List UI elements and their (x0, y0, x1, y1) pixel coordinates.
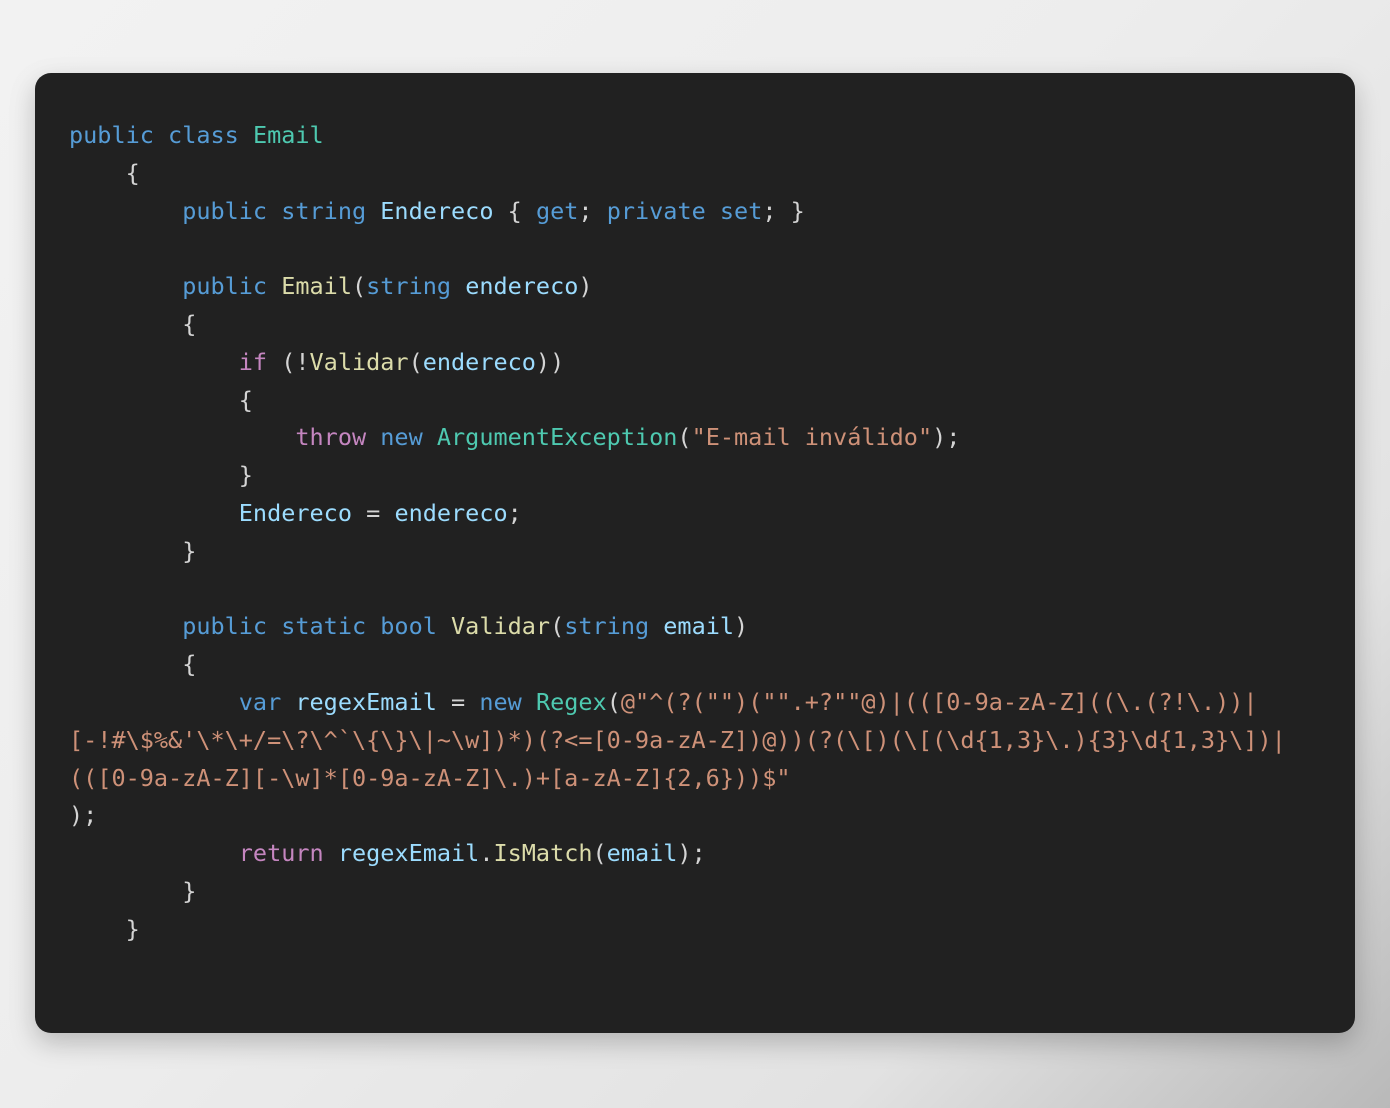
token-brace-open-ctor: { (182, 309, 197, 338)
code-line-3: public string Endereco { get; private se… (69, 193, 1321, 231)
token-keyword-public-ctor: public (182, 272, 268, 301)
code-line-2: { (69, 155, 1321, 193)
token-brace-close-validar: } (182, 876, 197, 905)
token-keyword-var: var (238, 687, 282, 716)
token-param-email: email (663, 612, 735, 641)
code-line-11: Endereco = endereco; (69, 495, 1321, 533)
code-line-6: { (69, 306, 1321, 344)
token-function-email-ctor: Email (281, 272, 352, 301)
token-brace-open-validar: { (182, 650, 197, 679)
token-property-endereco-assign: Endereco (238, 498, 352, 527)
token-brace-open-accessor: { (507, 196, 522, 225)
code-line-15: { (69, 646, 1321, 684)
token-function-ismatch: IsMatch (493, 839, 593, 868)
token-paren-close-ctor: ) (578, 272, 593, 301)
token-semicolon-assign: ; (507, 498, 522, 527)
token-paren-open-ctor: ( (351, 272, 367, 301)
token-brace-close-if: } (238, 461, 253, 490)
token-arg-email: email (606, 839, 678, 868)
token-paren-close-ismatch: ); (677, 839, 706, 868)
code-line-12: } (69, 533, 1321, 571)
token-paren-close-exception: ); (932, 423, 961, 452)
code-line-20: } (69, 911, 1321, 949)
token-paren-open-validar: ( (408, 347, 423, 376)
token-variable-regexemail: regexEmail (295, 687, 437, 716)
token-keyword-class: class (168, 121, 239, 149)
code-line-1: public class Email (69, 117, 1321, 155)
token-string-invalid-email: "E-mail inválido" (691, 423, 933, 452)
token-keyword-set: set (719, 196, 763, 225)
token-paren-open-validar-def: ( (550, 612, 565, 641)
code-line-8: { (69, 382, 1321, 420)
code-content: public class Email { public string Ender… (69, 117, 1321, 949)
token-paren-open-ismatch: ( (592, 839, 607, 868)
token-keyword-get: get (535, 196, 579, 225)
code-line-7: if (!Validar(endereco)) (69, 344, 1321, 382)
token-regex-literal-part-1: @"^(?("")("".+?"" (620, 687, 862, 716)
token-control-if: if (238, 347, 268, 376)
token-variable-regexemail-use: regexEmail (337, 839, 480, 868)
token-control-throw: throw (295, 423, 367, 452)
token-paren-close-validar-def: ) (734, 612, 749, 641)
token-keyword-new-exception: new (380, 423, 423, 452)
token-keyword-private: private (606, 196, 706, 225)
token-brace-open-if: { (238, 385, 253, 414)
token-paren-open-regex: ( (606, 687, 621, 716)
token-type-regex: Regex (535, 687, 607, 716)
token-keyword-public: public (69, 121, 154, 149)
token-function-validar-call: Validar (309, 347, 409, 376)
token-equals-regex: = (451, 687, 466, 716)
page-root: public class Email { public string Ender… (0, 0, 1390, 1108)
token-brace-open-class: { (125, 158, 140, 187)
token-paren-open-exception: ( (677, 423, 692, 452)
token-type-email: Email (252, 121, 324, 149)
code-line-16: var regexEmail = new Regex(@"^(?("")("".… (69, 684, 1321, 797)
code-line-19: } (69, 873, 1321, 911)
token-keyword-public-prop: public (182, 196, 268, 225)
token-param-endereco-assign: endereco (394, 498, 508, 527)
token-function-validar-def: Validar (451, 612, 551, 641)
token-keyword-bool: bool (380, 612, 437, 641)
token-param-endereco: endereco (465, 272, 579, 301)
code-line-18: return regexEmail.IsMatch(email); (69, 835, 1321, 873)
token-keyword-public-validar: public (182, 612, 268, 641)
token-brace-close-ctor: } (182, 536, 197, 565)
code-line-14: public static bool Validar(string email) (69, 608, 1321, 646)
token-close-paren-semicolon-regex: ); (69, 801, 98, 830)
token-keyword-static: static (281, 612, 367, 641)
token-keyword-string-ctor-param: string (366, 272, 452, 301)
token-equals-assign: = (366, 498, 381, 527)
code-block[interactable]: public class Email { public string Ender… (69, 117, 1321, 949)
token-property-endereco: Endereco (380, 196, 494, 225)
token-arg-endereco: endereco (422, 347, 536, 376)
token-paren-close-if: )) (535, 347, 565, 376)
token-keyword-string-validar-param: string (564, 612, 650, 641)
code-line-17: ); (69, 797, 1321, 835)
token-semicolon-get: ; (578, 196, 593, 225)
token-dot-ismatch: . (479, 839, 494, 868)
token-keyword-string-prop: string (281, 196, 367, 225)
code-line-4-blank (69, 230, 1321, 268)
token-brace-close-class: } (125, 914, 140, 943)
code-line-10: } (69, 457, 1321, 495)
code-snippet-card: public class Email { public string Ender… (35, 73, 1355, 1033)
token-type-argumentexception: ArgumentException (436, 423, 678, 452)
token-semicolon-set: ; (762, 196, 777, 225)
token-control-return: return (238, 839, 324, 868)
code-line-9: throw new ArgumentException("E-mail invá… (69, 419, 1321, 457)
token-brace-close-accessor: } (790, 196, 805, 225)
code-line-5: public Email(string endereco) (69, 268, 1321, 306)
token-regex-literal-part-4: 6}))$" (705, 763, 791, 792)
token-paren-open-if: (! (281, 347, 310, 376)
token-keyword-new-regex: new (479, 687, 522, 716)
code-line-13-blank (69, 571, 1321, 609)
